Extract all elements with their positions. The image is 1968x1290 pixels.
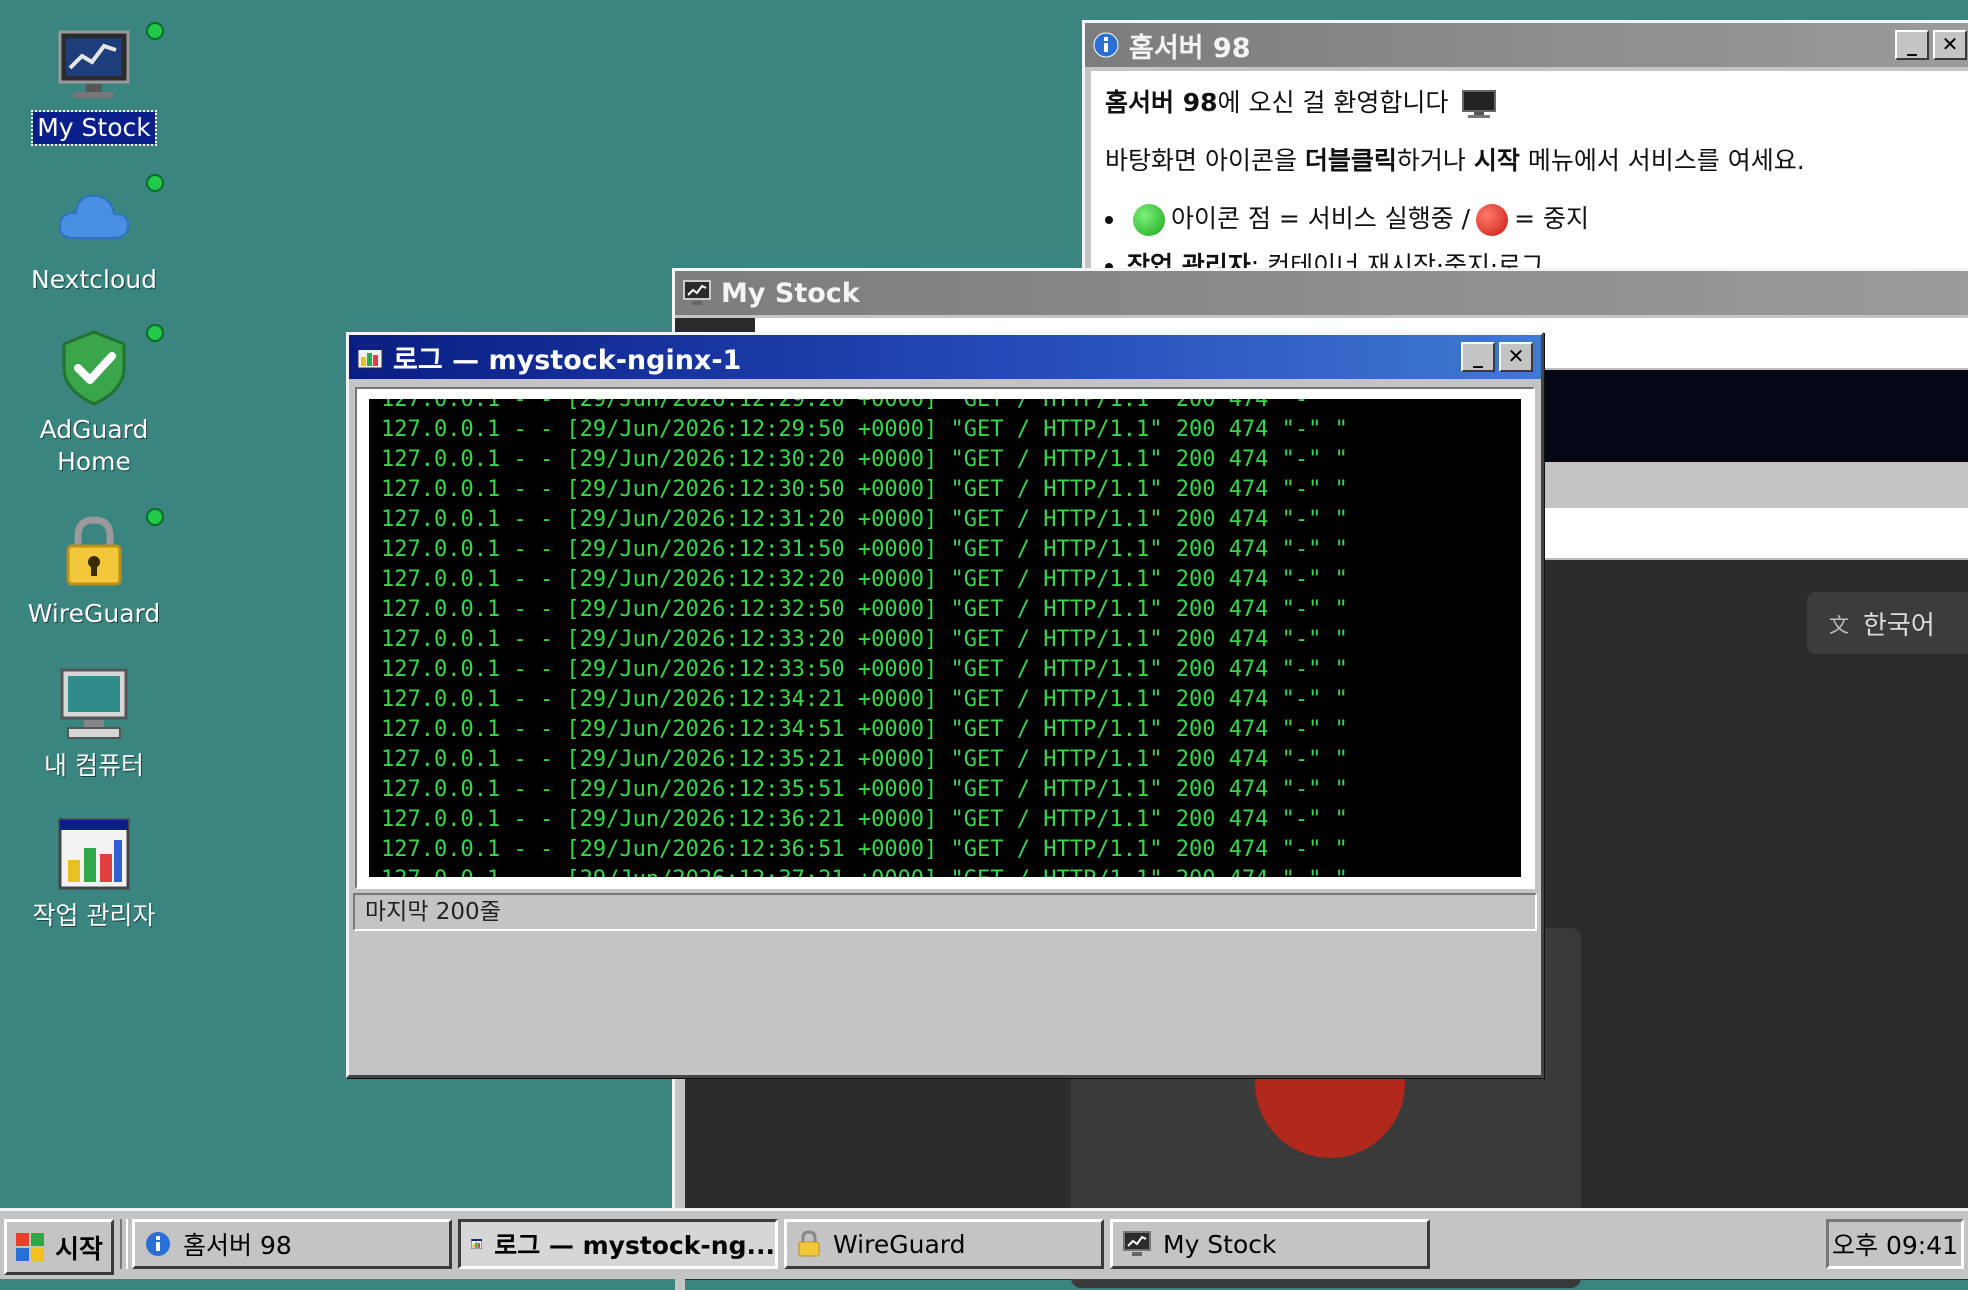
taskbar-clock: 오후 09:41 <box>1826 1219 1964 1269</box>
window-title: 홈서버 98 <box>1129 32 1251 64</box>
task-button-mystock[interactable]: My Stock <box>1110 1219 1430 1269</box>
minimize-button[interactable]: _ <box>1895 30 1929 60</box>
welcome-window[interactable]: 홈서버 98 _ ✕ 홈서버 98에 오신 걸 환영합니다 바탕화면 아이콘을 … <box>1082 20 1968 286</box>
desktop-icon-label: 내 컴퓨터 <box>44 751 144 780</box>
desktop-icon-nextcloud[interactable]: Nextcloud <box>18 174 170 296</box>
start-button[interactable]: 시작 <box>4 1219 114 1275</box>
running-indicator <box>146 174 164 192</box>
start-label: 시작 <box>55 1234 103 1265</box>
log-line: 127.0.0.1 - - [29/Jun/2026:12:30:50 +000… <box>381 477 1348 502</box>
task-label: 홈서버 98 <box>183 1231 292 1260</box>
task-label: WireGuard <box>833 1229 966 1259</box>
desktop-icon-label: My Stock <box>31 110 157 146</box>
legend-text: = 중지 <box>1514 204 1590 233</box>
log-line: 127.0.0.1 - - [29/Jun/2026:12:33:20 +000… <box>381 627 1348 652</box>
desktop-icon-wireguard[interactable]: WireGuard <box>18 508 170 630</box>
stock-chart-monitor-icon <box>54 22 164 106</box>
desktop-icon-adguard-home[interactable]: AdGuard Home <box>18 324 170 478</box>
task-label: 로그 — mystock-ng... <box>494 1231 775 1260</box>
log-statusbar: 마지막 200줄 <box>353 893 1537 931</box>
log-line: 127.0.0.1 - - [29/Jun/2026:12:31:20 +000… <box>381 507 1348 532</box>
log-terminal[interactable]: 127.0.0.1 - - [29/Jun/2026:12:29:20 +000… <box>369 399 1521 877</box>
instruction-text: 메뉴에서 서비스를 여세요. <box>1519 146 1805 175</box>
log-line: 127.0.0.1 - - [29/Jun/2026:12:31:50 +000… <box>381 537 1348 562</box>
translate-icon: 文 <box>1829 612 1849 637</box>
bar-chart-icon <box>357 345 383 369</box>
desktop-icon-label: AdGuard Home <box>39 415 149 476</box>
info-icon <box>1093 32 1119 58</box>
log-line: 127.0.0.1 - - [29/Jun/2026:12:32:50 +000… <box>381 597 1348 622</box>
window-title: My Stock <box>721 277 860 309</box>
lock-icon <box>798 1230 820 1257</box>
red-status-dot-icon <box>1476 204 1509 236</box>
log-line: 127.0.0.1 - - [29/Jun/2026:12:34:51 +000… <box>381 717 1348 742</box>
bar-chart-icon <box>54 814 134 894</box>
minimize-button[interactable]: _ <box>1461 342 1495 372</box>
log-line: 127.0.0.1 - - [29/Jun/2026:12:32:20 +000… <box>381 567 1348 592</box>
log-line: 127.0.0.1 - - [29/Jun/2026:12:35:21 +000… <box>381 747 1348 772</box>
info-icon <box>146 1232 170 1256</box>
log-line: 127.0.0.1 - - [29/Jun/2026:12:36:51 +000… <box>381 837 1348 862</box>
log-line: 127.0.0.1 - - [29/Jun/2026:12:29:50 +000… <box>381 417 1348 442</box>
log-window[interactable]: 로그 — mystock-nginx-1 _ ✕ 127.0.0.1 - - [… <box>346 332 1544 1078</box>
log-lines: 127.0.0.1 - - [29/Jun/2026:12:29:20 +000… <box>381 399 1348 877</box>
window-title: 로그 — mystock-nginx-1 <box>393 344 742 376</box>
instruction-text: 하거나 <box>1396 146 1474 175</box>
welcome-bullets: 아이콘 점 = 서비스 실행중 /= 중지 작업 관리자: 컨테이너 재시작·중… <box>1105 199 1955 275</box>
welcome-window-titlebar[interactable]: 홈서버 98 _ ✕ <box>1085 23 1968 67</box>
bar-chart-icon <box>471 1239 483 1249</box>
close-button[interactable]: ✕ <box>1499 342 1533 372</box>
log-line: 127.0.0.1 - - [29/Jun/2026:12:35:51 +000… <box>381 777 1348 802</box>
desktop-icon-my-computer[interactable]: 내 컴퓨터 <box>18 664 170 782</box>
desktop-icon-label: WireGuard <box>27 599 161 628</box>
cloud-icon <box>54 174 164 258</box>
welcome-content: 홈서버 98에 오신 걸 환영합니다 바탕화면 아이콘을 더블클릭하거나 시작 … <box>1091 71 1968 275</box>
task-button-homeserver[interactable]: 홈서버 98 <box>132 1219 452 1269</box>
desktop-icon-label: Nextcloud <box>31 265 157 294</box>
log-line: 127.0.0.1 - - [29/Jun/2026:12:34:21 +000… <box>381 687 1348 712</box>
language-label: 한국어 <box>1863 610 1935 641</box>
computer-icon <box>54 664 134 744</box>
log-line: 127.0.0.1 - - [29/Jun/2026:12:29:20 +000… <box>381 399 1348 412</box>
bullet-status-legend: 아이콘 점 = 서비스 실행중 / = 중지 <box>1127 199 1955 236</box>
welcome-heading-rest: 에 오신 걸 환영합니다 <box>1217 88 1449 117</box>
welcome-instructions: 바탕화면 아이콘을 더블클릭하거나 시작 메뉴에서 서비스를 여세요. <box>1105 141 1955 177</box>
windows-logo-icon <box>16 1233 45 1261</box>
stock-chart-icon <box>1123 1231 1151 1256</box>
taskbar: 시작 홈서버 98 로그 — mystock-ng... WireGuard M… <box>0 1208 1968 1279</box>
green-status-dot-icon <box>1133 204 1165 236</box>
running-indicator <box>146 22 164 40</box>
desktop-icon-task-manager[interactable]: 작업 관리자 <box>18 814 170 932</box>
desktop-icon-my-stock[interactable]: My Stock <box>18 22 170 146</box>
taskbar-separator <box>120 1219 128 1269</box>
log-line: 127.0.0.1 - - [29/Jun/2026:12:36:21 +000… <box>381 807 1348 832</box>
welcome-heading-bold: 홈서버 98 <box>1105 88 1218 117</box>
monitor-icon <box>1462 90 1497 118</box>
legend-text: 아이콘 점 = 서비스 실행중 / <box>1171 204 1471 233</box>
instruction-text: 바탕화면 아이콘을 <box>1105 146 1305 175</box>
log-window-titlebar[interactable]: 로그 — mystock-nginx-1 _ ✕ <box>349 335 1541 379</box>
mystock-window-titlebar[interactable]: My Stock <box>675 271 1968 315</box>
welcome-heading: 홈서버 98에 오신 걸 환영합니다 <box>1105 83 1955 119</box>
task-button-log[interactable]: 로그 — mystock-ng... <box>458 1219 778 1269</box>
instruction-bold-start: 시작 <box>1473 146 1520 175</box>
log-panel: 127.0.0.1 - - [29/Jun/2026:12:29:20 +000… <box>355 387 1535 889</box>
shield-check-icon <box>54 324 164 408</box>
task-label: My Stock <box>1163 1229 1277 1259</box>
log-line: 127.0.0.1 - - [29/Jun/2026:12:33:50 +000… <box>381 657 1348 682</box>
log-line: 127.0.0.1 - - [29/Jun/2026:12:37:21 +000… <box>381 865 1348 877</box>
running-indicator <box>146 324 164 342</box>
lock-icon <box>54 508 164 592</box>
running-indicator <box>146 508 164 526</box>
task-button-wireguard[interactable]: WireGuard <box>784 1219 1104 1269</box>
stock-chart-icon <box>683 280 711 305</box>
language-select[interactable]: 文 한국어 <box>1807 592 1968 654</box>
instruction-bold-doubleclick: 더블클릭 <box>1304 146 1397 175</box>
close-button[interactable]: ✕ <box>1933 30 1967 60</box>
desktop-icon-label: 작업 관리자 <box>32 901 156 930</box>
log-line: 127.0.0.1 - - [29/Jun/2026:12:30:20 +000… <box>381 447 1348 472</box>
